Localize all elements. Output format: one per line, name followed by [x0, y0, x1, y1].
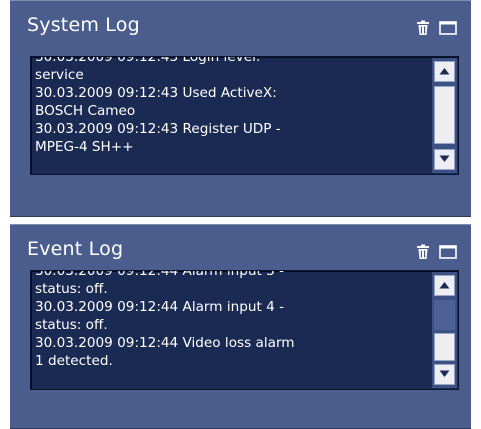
event-log-toolbar: [415, 244, 457, 260]
system-log-title: System Log: [27, 14, 140, 36]
log-line: status: off.: [35, 281, 108, 297]
scroll-down-button[interactable]: [434, 364, 455, 385]
window-icon[interactable]: [439, 244, 457, 260]
trash-icon[interactable]: [415, 20, 431, 36]
log-line: 30.03.2009 09:12:43 Login level:: [35, 56, 261, 65]
arrow-up-icon: [439, 68, 450, 75]
system-log-text: 30.03.2009 09:12:43 Login level: service…: [35, 56, 433, 156]
scroll-down-button[interactable]: [434, 149, 455, 170]
event-log-text: 30.03.2009 09:12:44 Alarm input 3 - stat…: [35, 270, 433, 370]
log-line: status: off.: [35, 317, 108, 333]
log-line: 30.03.2009 09:12:44 Video loss alarm: [35, 335, 295, 351]
trash-icon[interactable]: [415, 244, 431, 260]
arrow-down-icon: [439, 155, 450, 162]
system-log-panel: System Log 30.03.2009 09:12:43 Login lev…: [10, 0, 471, 217]
event-log-title: Event Log: [27, 238, 124, 260]
arrow-down-icon: [439, 370, 450, 377]
scroll-track[interactable]: [434, 300, 455, 330]
log-line: 30.03.2009 09:12:44 Alarm input 4 -: [35, 299, 285, 315]
event-log-panel: Event Log 30.03.2009 09:12:44 Alarm inpu…: [10, 224, 471, 429]
scroll-up-button[interactable]: [434, 275, 455, 296]
system-log-toolbar: [415, 20, 457, 36]
log-line: 30.03.2009 09:12:43 Used ActiveX:: [35, 85, 277, 101]
system-log-scrollbar[interactable]: [432, 58, 457, 173]
log-line: MPEG-4 SH++: [35, 139, 134, 155]
window-icon[interactable]: [439, 20, 457, 36]
event-log-scrollbar[interactable]: [432, 272, 457, 388]
system-log-box[interactable]: 30.03.2009 09:12:43 Login level: service…: [30, 56, 459, 175]
log-line: 30.03.2009 09:12:44 Alarm input 3 -: [35, 270, 285, 279]
log-line: service: [35, 67, 84, 83]
scroll-thumb[interactable]: [434, 333, 455, 361]
arrow-up-icon: [439, 282, 450, 289]
event-log-box[interactable]: 30.03.2009 09:12:44 Alarm input 3 - stat…: [30, 270, 459, 390]
log-line: 30.03.2009 09:12:43 Register UDP -: [35, 121, 281, 137]
log-line: BOSCH Cameo: [35, 103, 136, 119]
scroll-thumb[interactable]: [434, 86, 455, 144]
scroll-up-button[interactable]: [434, 61, 455, 82]
log-line: 1 detected.: [35, 353, 113, 369]
